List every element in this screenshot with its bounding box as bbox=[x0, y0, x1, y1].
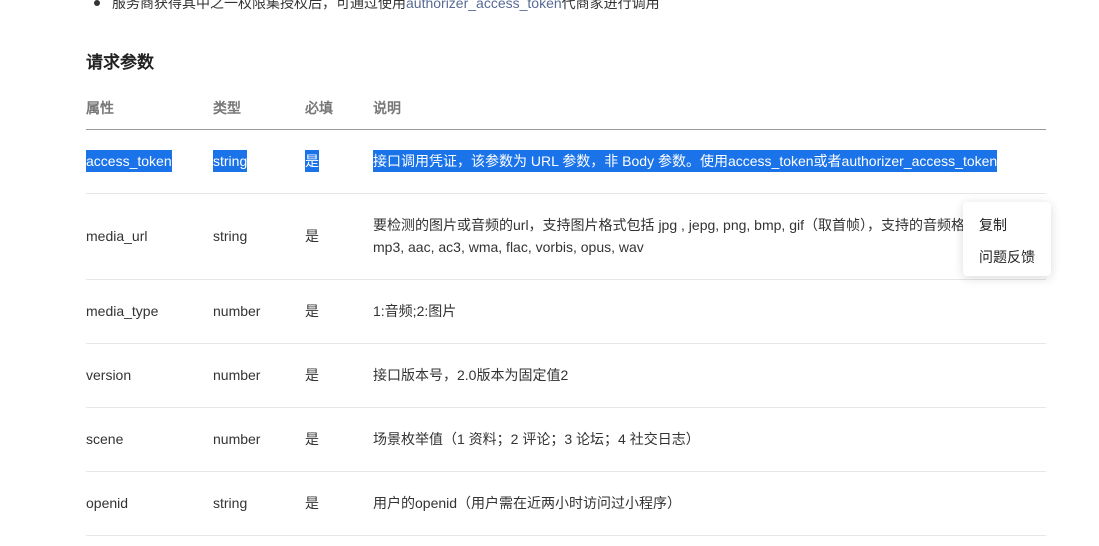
intro-line: 服务商获得其中之一权限集授权后，可通过使用authorizer_access_t… bbox=[94, 0, 660, 13]
header-required: 必填 bbox=[305, 100, 333, 116]
param-description: 接口调用凭证，该参数为 URL 参数，非 Body 参数。使用access_to… bbox=[373, 150, 998, 172]
param-description: 要检测的图片或音频的url，支持图片格式包括 jpg , jepg, png, … bbox=[373, 217, 973, 233]
section-title: 请求参数 bbox=[86, 53, 154, 72]
feedback-menu-item[interactable]: 问题反馈 bbox=[979, 247, 1035, 267]
table-row: media_url string 是 要检测的图片或音频的url，支持图片格式包… bbox=[86, 194, 1046, 280]
param-name: scene bbox=[86, 431, 124, 447]
param-description: 场景枚举值（1 资料；2 评论；3 论坛；4 社交日志） bbox=[373, 431, 700, 447]
param-name: media_type bbox=[86, 303, 159, 319]
param-type: string bbox=[213, 150, 248, 172]
table-row: openid string 是 用户的openid（用户需在近两小时访问过小程序… bbox=[86, 472, 1046, 536]
table-row: access_token string 是 接口调用凭证，该参数为 URL 参数… bbox=[86, 130, 1046, 194]
param-name: access_token bbox=[86, 150, 172, 172]
param-required: 是 bbox=[305, 367, 319, 383]
param-required: 是 bbox=[305, 228, 319, 244]
table-row: version number 是 接口版本号，2.0版本为固定值2 bbox=[86, 344, 1046, 408]
table-row: media_type number 是 1:音频;2:图片 bbox=[86, 280, 1046, 344]
param-type: number bbox=[213, 303, 261, 319]
param-required: 是 bbox=[305, 495, 319, 511]
header-type: 类型 bbox=[213, 100, 241, 116]
context-menu: 复制 问题反馈 bbox=[963, 202, 1051, 276]
param-name: version bbox=[86, 367, 132, 383]
table-row: scene number 是 场景枚举值（1 资料；2 评论；3 论坛；4 社交… bbox=[86, 408, 1046, 472]
param-name: media_url bbox=[86, 228, 148, 244]
table-header: 属性 类型 必填 说明 bbox=[86, 88, 1046, 130]
param-description: 接口版本号，2.0版本为固定值2 bbox=[373, 367, 569, 383]
header-description: 说明 bbox=[373, 100, 401, 116]
intro-text-after: 代商家进行调用 bbox=[561, 0, 660, 11]
param-description: 用户的openid（用户需在近两小时访问过小程序） bbox=[373, 495, 682, 511]
param-type: string bbox=[213, 228, 248, 244]
param-required: 是 bbox=[305, 303, 319, 319]
param-type: number bbox=[213, 367, 261, 383]
param-description: 1:音频;2:图片 bbox=[373, 303, 457, 319]
bullet-icon bbox=[94, 0, 100, 7]
param-required: 是 bbox=[305, 150, 319, 172]
param-type: string bbox=[213, 495, 248, 511]
param-description-line2: mp3, aac, ac3, wma, flac, vorbis, opus, … bbox=[373, 239, 644, 255]
copy-menu-item[interactable]: 复制 bbox=[979, 215, 1007, 235]
intro-link[interactable]: authorizer_access_token bbox=[406, 0, 562, 11]
param-required: 是 bbox=[305, 431, 319, 447]
intro-text-before: 服务商获得其中之一权限集授权后，可通过使用 bbox=[112, 0, 406, 11]
param-type: number bbox=[213, 431, 261, 447]
header-attr: 属性 bbox=[86, 100, 114, 116]
params-table: 属性 类型 必填 说明 access_token string 是 接口调用凭证… bbox=[86, 88, 1046, 536]
param-name: openid bbox=[86, 495, 129, 511]
